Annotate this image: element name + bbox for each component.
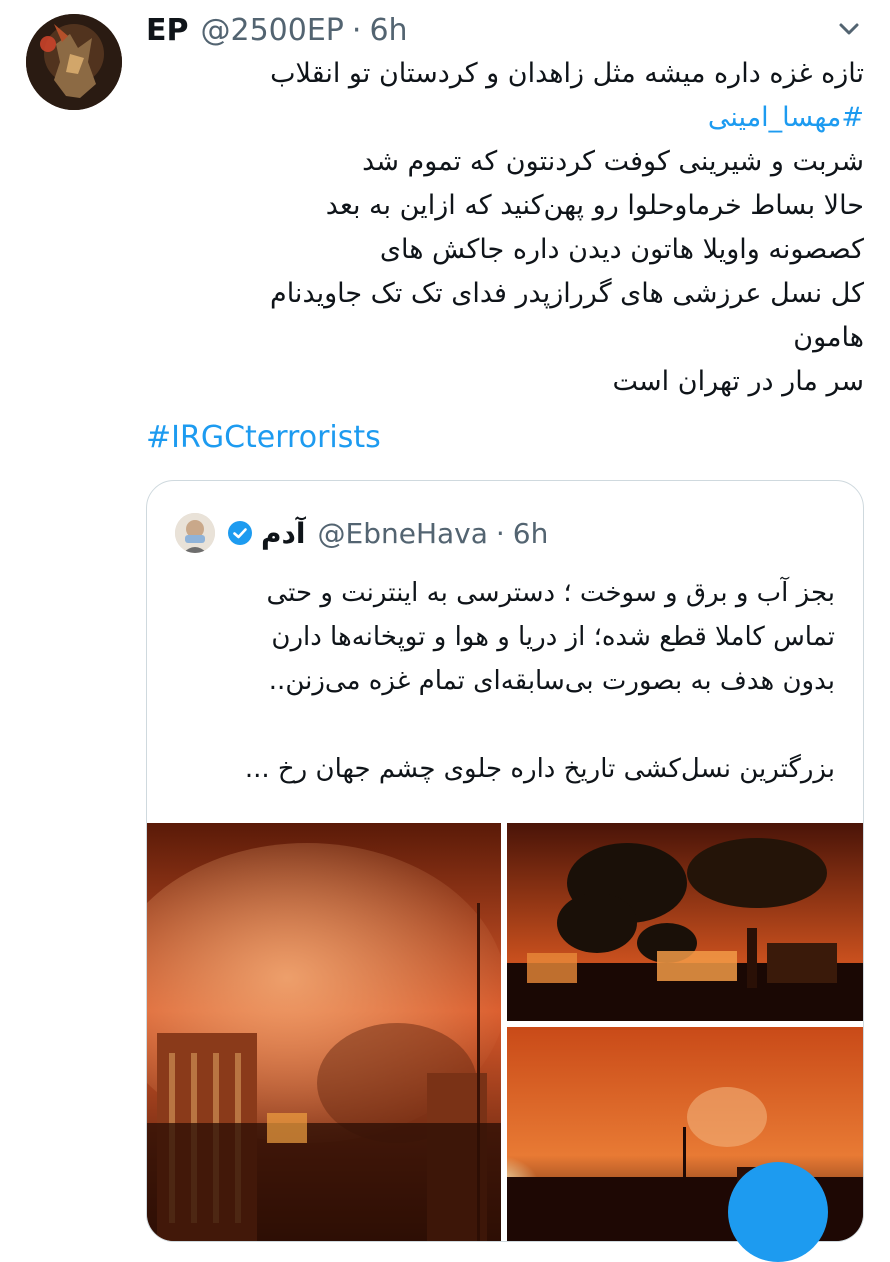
author-name[interactable]: EP <box>146 13 188 48</box>
smoke-plume-photo-image <box>507 823 863 1021</box>
more-chevron-icon[interactable] <box>834 14 864 44</box>
quote-avatar-image <box>175 513 215 553</box>
tweet-line: شربت و شیرینی کوفت کردنتون که تموم شد <box>362 146 864 177</box>
hashtag-link[interactable]: #مهسا_امینی <box>146 96 864 140</box>
quote-line: بجز آب و برق و سوخت ؛ دسترسی به اینترنت … <box>266 578 835 608</box>
quote-line-gap <box>175 703 835 747</box>
explosion-photo-image <box>147 823 501 1241</box>
quote-time[interactable]: 6h <box>513 517 549 550</box>
verified-badge-icon <box>228 521 252 545</box>
tweet-line: حالا بساط خرماوحلوا رو پهن‌کنید که ازاین… <box>325 190 864 221</box>
quote-header: آدم @EbneHava · 6h <box>175 511 548 555</box>
quoted-tweet-card[interactable]: آدم @EbneHava · 6h بجز آب و برق و سوخت ؛… <box>146 480 864 1242</box>
quote-author-handle[interactable]: @EbneHava <box>318 517 488 550</box>
tweet-line: کصصونه واویلا هاتون دیدن داره جاکش های <box>379 234 864 265</box>
hashtag-link-en[interactable]: #IRGCterrorists <box>146 420 381 455</box>
tweet-line: تازه غزه داره میشه مثل زاهدان و کردستان … <box>270 58 864 89</box>
quote-line: بزرگترین نسل‌کشی تاریخ داره جلوی چشم جها… <box>244 754 835 784</box>
quote-line: بدون هدف به بصورت بی‌سابقه‌ای تمام غزه م… <box>268 666 835 696</box>
quote-text: بجز آب و برق و سوخت ؛ دسترسی به اینترنت … <box>175 571 835 791</box>
tweet-line: هامون <box>793 322 864 353</box>
author-avatar[interactable] <box>26 14 122 110</box>
media-photo-2[interactable] <box>507 823 863 1021</box>
author-handle[interactable]: @2500EP <box>200 13 343 48</box>
avatar-image <box>26 14 122 110</box>
quote-avatar[interactable] <box>175 513 215 553</box>
tweet-time[interactable]: 6h <box>369 13 407 48</box>
tweet-header: EP @2500EP · 6h <box>146 10 408 50</box>
quote-author-name[interactable]: آدم <box>261 517 306 550</box>
tweet-line: سر مار در تهران است <box>612 366 864 397</box>
compose-fab[interactable] <box>728 1162 828 1262</box>
separator-dot: · <box>351 12 362 48</box>
separator-dot: · <box>495 516 505 550</box>
media-photo-1[interactable] <box>147 823 501 1241</box>
tweet-text: تازه غزه داره میشه مثل زاهدان و کردستان … <box>146 52 864 404</box>
tweet-line: کل نسل عرزشی های گررازپدر فدای تک تک جاو… <box>269 278 864 309</box>
quote-line: تماس کاملا قطع شده؛ از دریا و هوا و توپخ… <box>271 622 835 652</box>
